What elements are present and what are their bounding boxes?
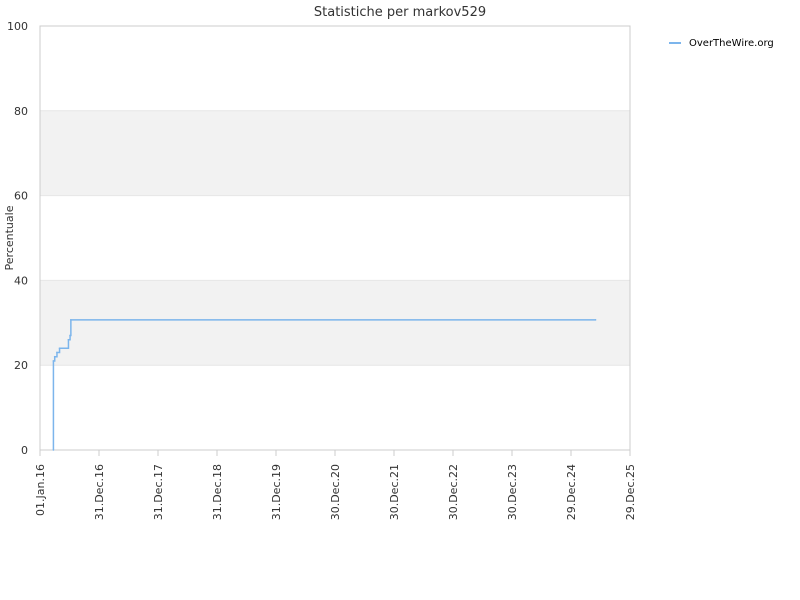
y-tick-label: 40 <box>14 274 28 287</box>
x-tick-label: 31.Dec.16 <box>93 464 106 520</box>
data-point <box>53 355 56 358</box>
x-tick-label: 31.Dec.18 <box>211 464 224 520</box>
y-tick-label: 20 <box>14 359 28 372</box>
legend-label: OverTheWire.org <box>689 38 774 49</box>
data-point <box>52 449 55 451</box>
x-tick-label: 29.Dec.25 <box>624 464 637 520</box>
plot-bands <box>40 110 630 366</box>
data-point <box>52 360 55 362</box>
x-tick-label: 31.Dec.19 <box>270 464 283 520</box>
x-tick-label: 30.Dec.22 <box>447 464 460 520</box>
grid-lines <box>40 25 630 451</box>
x-tick-label: 29.Dec.24 <box>565 464 578 520</box>
chart-title: Statistiche per markov529 <box>314 5 486 20</box>
chart-svg: Statistiche per markov529 Percentuale 0 2… <box>3 5 774 520</box>
y-axis-label: Percentuale <box>3 205 16 270</box>
data-point <box>66 347 69 350</box>
legend[interactable]: OverTheWire.org <box>669 38 774 49</box>
x-tick-label: 30.Dec.23 <box>506 464 519 520</box>
data-point <box>69 334 71 337</box>
y-tick-label: 0 <box>21 444 28 457</box>
data-point <box>67 338 70 341</box>
plot-area-frame <box>39 25 631 451</box>
x-tick-label: 31.Dec.17 <box>152 464 165 520</box>
x-tick-label: 30.Dec.20 <box>329 464 342 520</box>
x-axis-ticks: 01.Jan.16 31.Dec.16 31.Dec.17 31.Dec.18 31.D… <box>34 450 637 520</box>
y-tick-label: 80 <box>14 105 28 118</box>
y-tick-label: 100 <box>7 20 28 33</box>
x-tick-label: 30.Dec.21 <box>388 464 401 520</box>
data-point <box>58 347 61 350</box>
data-point <box>594 319 597 321</box>
plot-band <box>40 110 630 196</box>
data-point <box>70 319 72 321</box>
x-tick-label: 01.Jan.16 <box>34 464 47 516</box>
plot-band <box>40 280 630 366</box>
y-tick-label: 60 <box>14 190 28 203</box>
data-point <box>56 351 58 354</box>
